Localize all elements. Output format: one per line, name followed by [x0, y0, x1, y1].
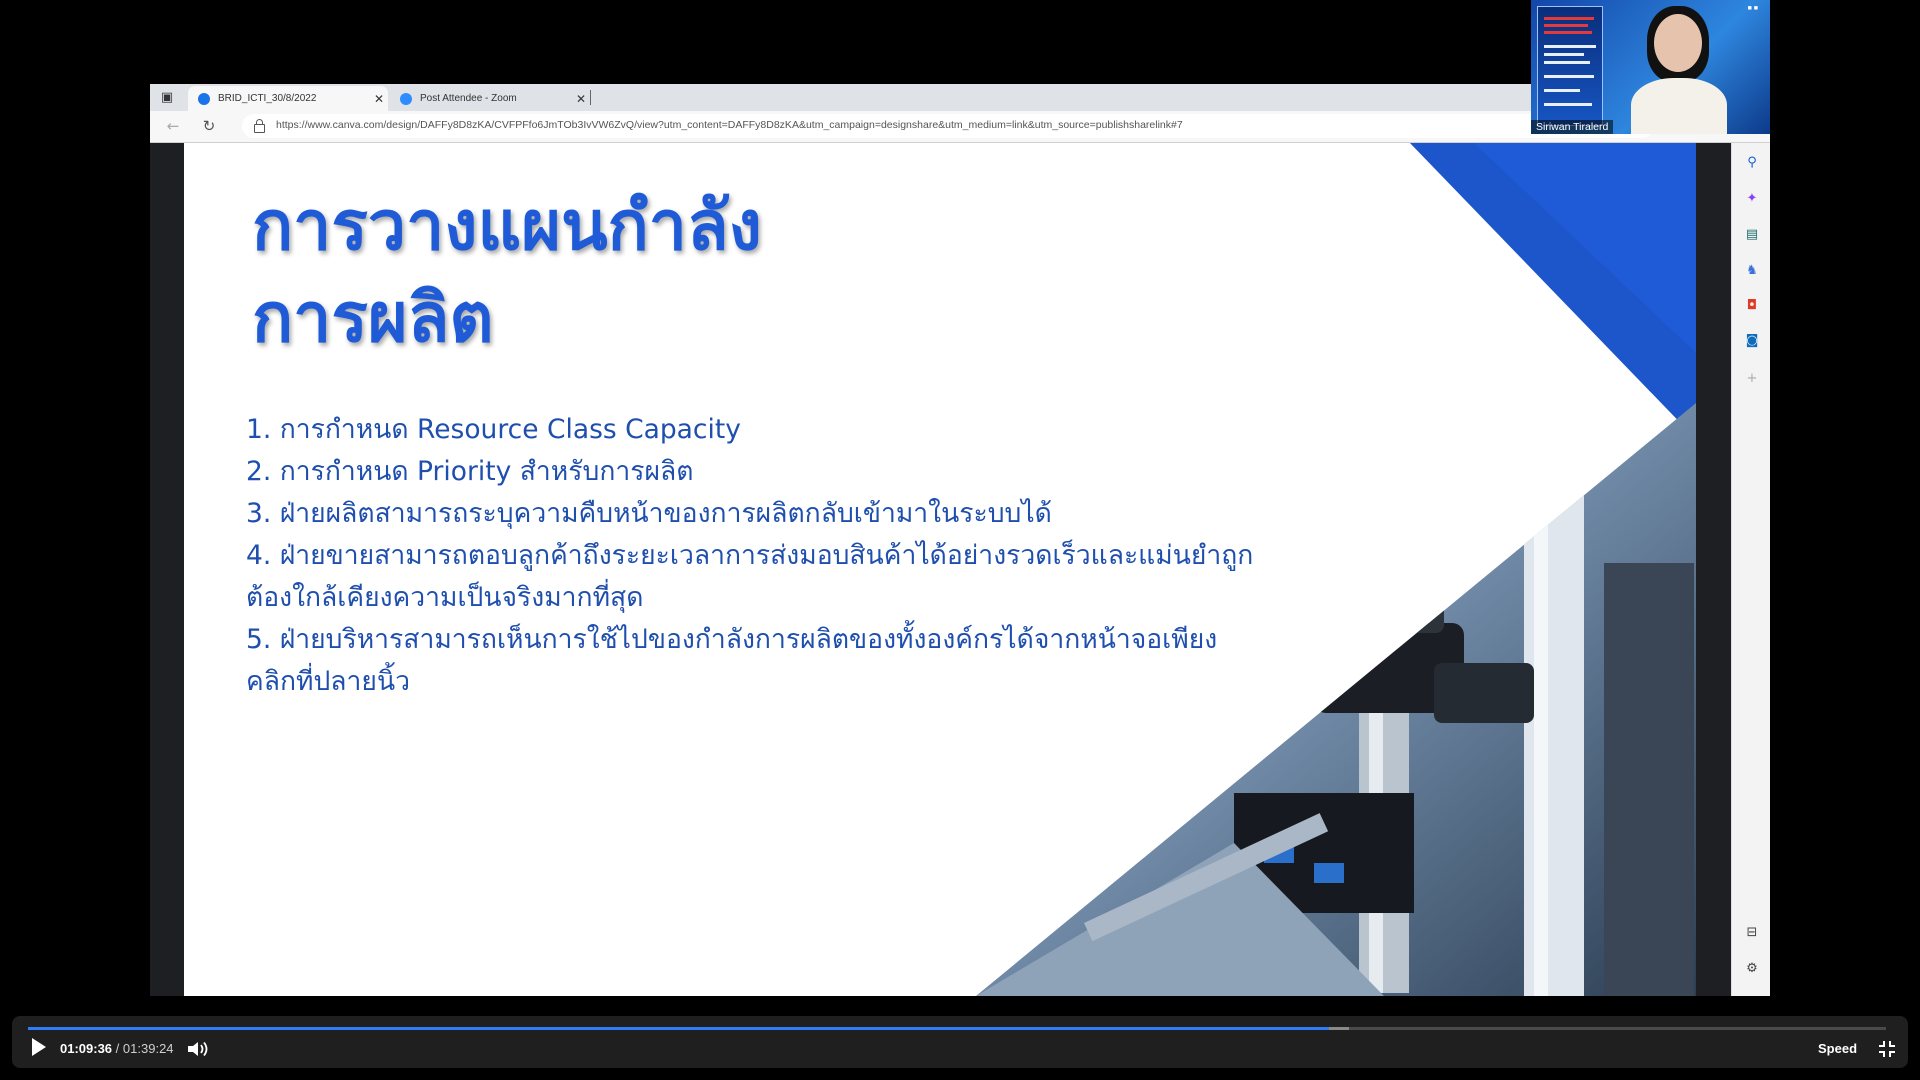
settings-icon[interactable]: ⚙: [1744, 961, 1760, 977]
browser-window: ▣ BRID_ICTI_30/8/2022 ✕ Post Attendee - …: [150, 84, 1770, 996]
copilot-icon[interactable]: ✦: [1744, 191, 1760, 207]
progress-bar[interactable]: [28, 1027, 1886, 1030]
office-icon[interactable]: ◘: [1744, 298, 1760, 314]
list-item: 4. ฝ่ายขายสามารถตอบลูกค้าถึงระยะเวลาการส…: [246, 540, 1254, 613]
address-bar: ← ↻ https://www.canva.com/design/DAFFy8D…: [150, 111, 1770, 143]
progress-fill: [28, 1027, 1330, 1030]
participant-name: Siriwan Tiralerd: [1531, 120, 1614, 134]
lock-icon: [254, 119, 265, 133]
time-display: 01:09:36 / 01:39:24: [60, 1041, 174, 1056]
cam-logo-icon: ■ ■: [1747, 5, 1758, 12]
sidebar-toggle-icon[interactable]: ⊟: [1744, 925, 1760, 941]
slide-title-line-1: การวางแผนกำลัง: [252, 187, 762, 266]
presenter-face: [1654, 14, 1702, 72]
canva-favicon-icon: [198, 92, 210, 105]
play-icon[interactable]: [32, 1038, 46, 1056]
list-item: 2. การกำหนด Priority สำหรับการผลิต: [246, 456, 694, 487]
tab-brid[interactable]: BRID_ICTI_30/8/2022 ✕: [188, 86, 388, 111]
zoom-favicon-icon: [400, 92, 412, 105]
games-icon[interactable]: ♞: [1744, 263, 1760, 279]
outlook-icon[interactable]: ◙: [1744, 333, 1760, 349]
tab-zoom[interactable]: Post Attendee - Zoom ✕: [390, 86, 590, 111]
add-icon[interactable]: +: [1744, 371, 1760, 387]
close-icon[interactable]: ✕: [572, 92, 590, 106]
presenter-body: [1631, 78, 1727, 134]
workspaces-icon[interactable]: ▣: [158, 89, 176, 107]
refresh-icon[interactable]: ↻: [200, 117, 218, 135]
slide-title-line-2: การผลิต: [252, 279, 494, 358]
time-separator: /: [115, 1041, 120, 1056]
tab-bar: ▣ BRID_ICTI_30/8/2022 ✕ Post Attendee - …: [150, 84, 1770, 111]
search-icon[interactable]: ⚲: [1744, 155, 1760, 171]
volume-icon[interactable]: [186, 1040, 210, 1058]
poster-image: [1537, 6, 1603, 126]
current-time: 01:09:36: [60, 1041, 113, 1056]
new-tab-button[interactable]: [590, 90, 591, 105]
list-item: 5. ฝ่ายบริหารสามารถเห็นการใช้ไปของกำลังก…: [246, 624, 1218, 697]
slide-title: การวางแผนกำลัง การผลิต: [252, 181, 762, 365]
browser-sidebar: ⚲ ✦ ▤ ♞ ◘ ◙ + ⊟ ⚙: [1731, 143, 1770, 996]
briefcase-icon[interactable]: ▤: [1744, 227, 1760, 243]
url-text: https://www.canva.com/design/DAFFy8D8zKA…: [276, 119, 1183, 131]
list-item: 1. การกำหนด Resource Class Capacity: [246, 414, 741, 445]
page-content: การวางแผนกำลัง การผลิต 1. การกำหนด Resou…: [150, 143, 1770, 996]
close-icon[interactable]: ✕: [370, 92, 388, 106]
presentation-slide: การวางแผนกำลัง การผลิต 1. การกำหนด Resou…: [184, 143, 1696, 996]
speed-button[interactable]: Speed: [1818, 1041, 1857, 1056]
video-player-controls: 01:09:36 / 01:39:24 Speed: [12, 1016, 1908, 1068]
tab-title: BRID_ICTI_30/8/2022: [218, 93, 317, 104]
slide-bullet-list: 1. การกำหนด Resource Class Capacity 2. ก…: [246, 409, 1266, 703]
tab-title: Post Attendee - Zoom: [420, 93, 517, 104]
exit-fullscreen-icon[interactable]: [1878, 1040, 1896, 1058]
list-item: 3. ฝ่ายผลิตสามารถระบุความคืบหน้าของการผล…: [246, 498, 1052, 529]
webcam-video: ■ ■ Siriwan Tiralerd: [1531, 0, 1770, 134]
url-field[interactable]: https://www.canva.com/design/DAFFy8D8zKA…: [242, 114, 1654, 138]
back-arrow-icon[interactable]: ←: [164, 117, 182, 135]
duration: 01:39:24: [122, 1041, 174, 1056]
